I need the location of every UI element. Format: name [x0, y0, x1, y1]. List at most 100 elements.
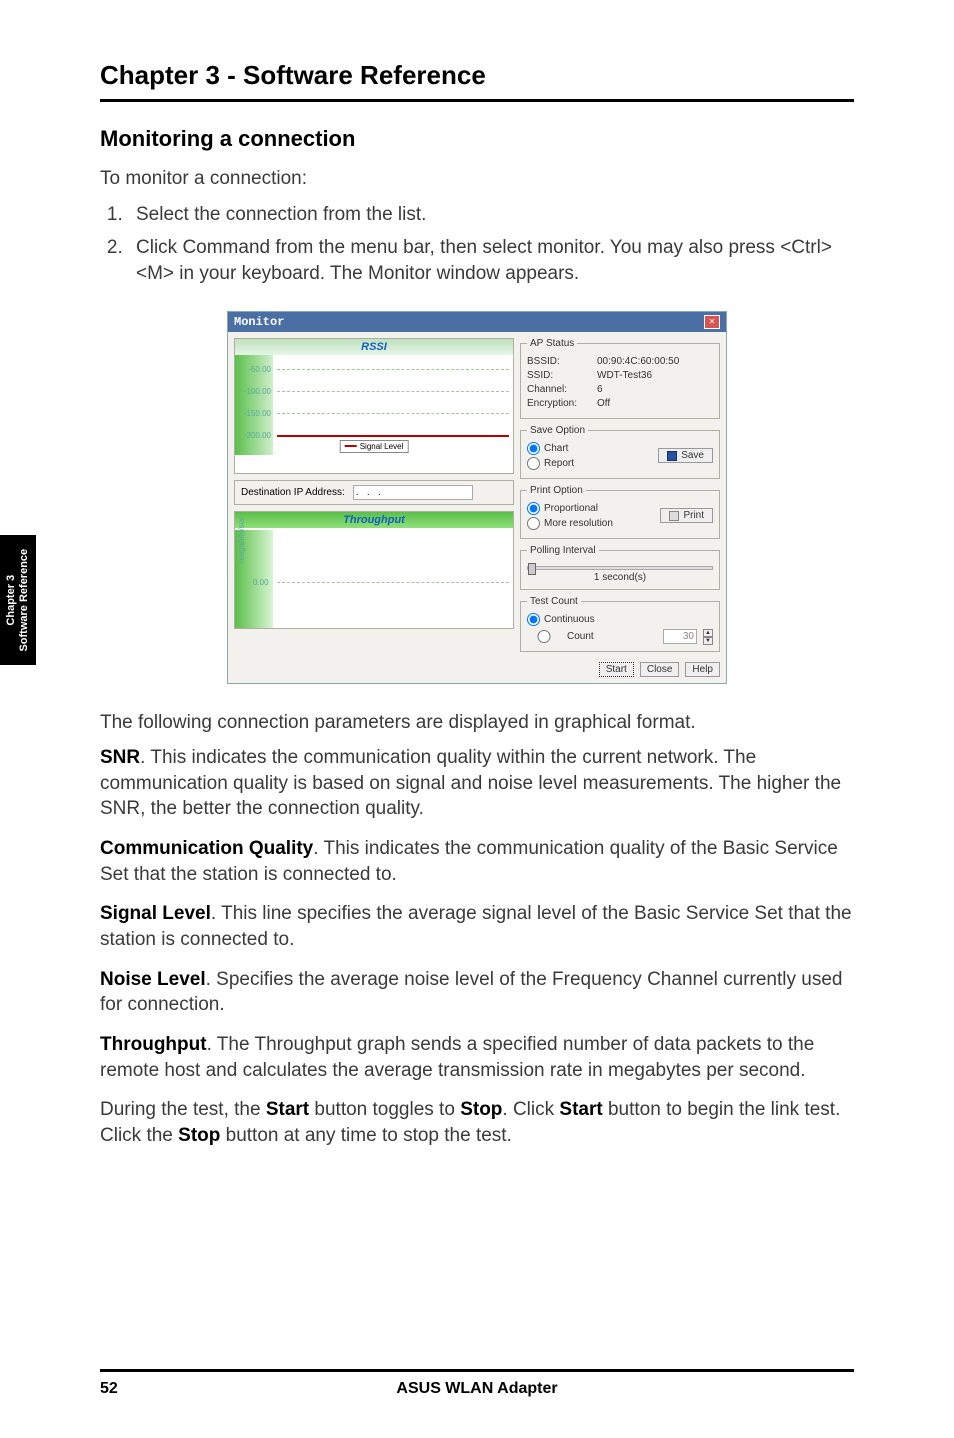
side-tab-line1: Chapter 3	[5, 549, 18, 652]
print-button-label: Print	[683, 510, 704, 521]
encryption-label: Encryption:	[527, 398, 597, 409]
save-report-label: Report	[544, 458, 574, 469]
snr-paragraph: SNR. This indicates the communication qu…	[100, 745, 854, 822]
nl-lead: Noise Level	[100, 969, 206, 990]
spinner-up-icon[interactable]: ▲	[703, 629, 713, 637]
encryption-value: Off	[597, 398, 610, 409]
dialog-title: Monitor	[234, 315, 284, 329]
count-label: Count	[567, 631, 594, 642]
save-option-legend: Save Option	[527, 425, 588, 436]
dialog-titlebar: Monitor ✕	[228, 312, 726, 332]
noise-level-paragraph: Noise Level. Specifies the average noise…	[100, 967, 854, 1018]
rssi-tick: -200.00	[244, 431, 271, 440]
monitor-dialog: Monitor ✕ RSSI -50.00 -100.00 -150.00 -2…	[227, 311, 727, 684]
help-button[interactable]: Help	[685, 662, 720, 677]
close-icon[interactable]: ✕	[704, 315, 720, 329]
side-tab: Chapter 3 Software Reference	[0, 535, 36, 665]
save-chart-radio[interactable]	[527, 442, 540, 455]
rssi-chart: RSSI -50.00 -100.00 -150.00 -200.00	[234, 338, 514, 474]
tp-body: . The Throughput graph sends a specified…	[100, 1034, 814, 1081]
last-paragraph: During the test, the Start button toggle…	[100, 1097, 854, 1148]
continuous-label: Continuous	[544, 614, 595, 625]
bssid-value: 00:90:4C:60:00:50	[597, 356, 679, 367]
last-mid1: button toggles to	[309, 1099, 460, 1120]
rssi-tick: -50.00	[248, 365, 271, 374]
ap-status-group: AP Status BSSID:00:90:4C:60:00:50 SSID:W…	[520, 338, 720, 419]
last-stopbtn: Stop	[178, 1125, 220, 1146]
throughput-title: Throughput	[235, 512, 513, 528]
polling-interval-group: Polling Interval 1 second(s)	[520, 545, 720, 590]
save-button-label: Save	[681, 450, 704, 461]
tp-lead: Throughput	[100, 1034, 207, 1055]
throughput-chart: Throughput megabits/sec 0.00	[234, 511, 514, 629]
bssid-label: BSSID:	[527, 356, 597, 367]
save-chart-label: Chart	[544, 443, 568, 454]
rssi-tick: -150.00	[244, 409, 271, 418]
print-proportional-label: Proportional	[544, 503, 598, 514]
snr-lead: SNR	[100, 747, 140, 768]
last-stop: Stop	[460, 1099, 502, 1120]
print-more-radio[interactable]	[527, 517, 540, 530]
start-button[interactable]: Start	[599, 662, 634, 677]
ssid-label: SSID:	[527, 370, 597, 381]
continuous-radio[interactable]	[527, 613, 540, 626]
destination-ip-input[interactable]	[353, 485, 473, 500]
last-end: button at any time to stop the test.	[220, 1125, 512, 1146]
test-count-legend: Test Count	[527, 596, 581, 607]
polling-interval-legend: Polling Interval	[527, 545, 599, 556]
polling-value: 1 second(s)	[527, 572, 713, 583]
communication-quality-paragraph: Communication Quality. This indicates th…	[100, 836, 854, 887]
steps-list: Select the connection from the list. Cli…	[100, 202, 854, 287]
divider	[100, 99, 854, 102]
print-option-legend: Print Option	[527, 485, 586, 496]
print-proportional-radio[interactable]	[527, 502, 540, 515]
footer: 52 ASUS WLAN Adapter	[100, 1369, 854, 1398]
last-start: Start	[266, 1099, 309, 1120]
signal-level-paragraph: Signal Level. This line specifies the av…	[100, 901, 854, 952]
count-radio[interactable]	[527, 630, 561, 643]
intro-text: To monitor a connection:	[100, 166, 854, 192]
channel-value: 6	[597, 384, 603, 395]
rssi-title: RSSI	[235, 339, 513, 355]
last-start2: Start	[559, 1099, 602, 1120]
sl-lead: Signal Level	[100, 903, 211, 924]
legend-swatch-icon	[345, 445, 357, 447]
sl-body: . This line specifies the average signal…	[100, 903, 852, 950]
save-icon	[667, 451, 677, 461]
print-icon	[669, 511, 679, 521]
post-screenshot-text: The following connection parameters are …	[100, 710, 854, 736]
throughput-tick: 0.00	[253, 578, 269, 587]
rssi-tick: -100.00	[244, 387, 271, 396]
print-button[interactable]: Print	[660, 508, 713, 523]
section-title: Monitoring a connection	[100, 126, 854, 152]
page-number: 52	[100, 1380, 118, 1398]
channel-label: Channel:	[527, 384, 597, 395]
last-pre: During the test, the	[100, 1099, 266, 1120]
destination-row: Destination IP Address:	[234, 480, 514, 505]
print-more-label: More resolution	[544, 518, 613, 529]
ssid-value: WDT-Test36	[597, 370, 652, 381]
legend-label: Signal Level	[360, 442, 404, 451]
snr-body: . This indicates the communication quali…	[100, 747, 841, 819]
count-input[interactable]	[663, 629, 697, 644]
chapter-title: Chapter 3 - Software Reference	[100, 60, 854, 91]
polling-slider[interactable]	[527, 566, 713, 570]
footer-title: ASUS WLAN Adapter	[396, 1380, 557, 1398]
slider-thumb-icon[interactable]	[528, 563, 536, 575]
close-button[interactable]: Close	[640, 662, 680, 677]
ap-status-legend: AP Status	[527, 338, 577, 349]
list-item: Click Command from the menu bar, then se…	[128, 235, 854, 286]
save-option-group: Save Option Chart Report Save	[520, 425, 720, 479]
throughput-axis-label: megabits/sec	[237, 515, 246, 562]
destination-label: Destination IP Address:	[241, 487, 345, 498]
spinner-down-icon[interactable]: ▼	[703, 637, 713, 645]
save-report-radio[interactable]	[527, 457, 540, 470]
nl-body: . Specifies the average noise level of t…	[100, 969, 842, 1016]
test-count-group: Test Count Continuous Count ▲▼	[520, 596, 720, 652]
count-spinner[interactable]: ▲▼	[703, 629, 713, 645]
save-button[interactable]: Save	[658, 448, 713, 463]
throughput-paragraph: Throughput. The Throughput graph sends a…	[100, 1032, 854, 1083]
rssi-legend: Signal Level	[340, 440, 409, 453]
print-option-group: Print Option Proportional More resolutio…	[520, 485, 720, 539]
list-item: Select the connection from the list.	[128, 202, 854, 228]
